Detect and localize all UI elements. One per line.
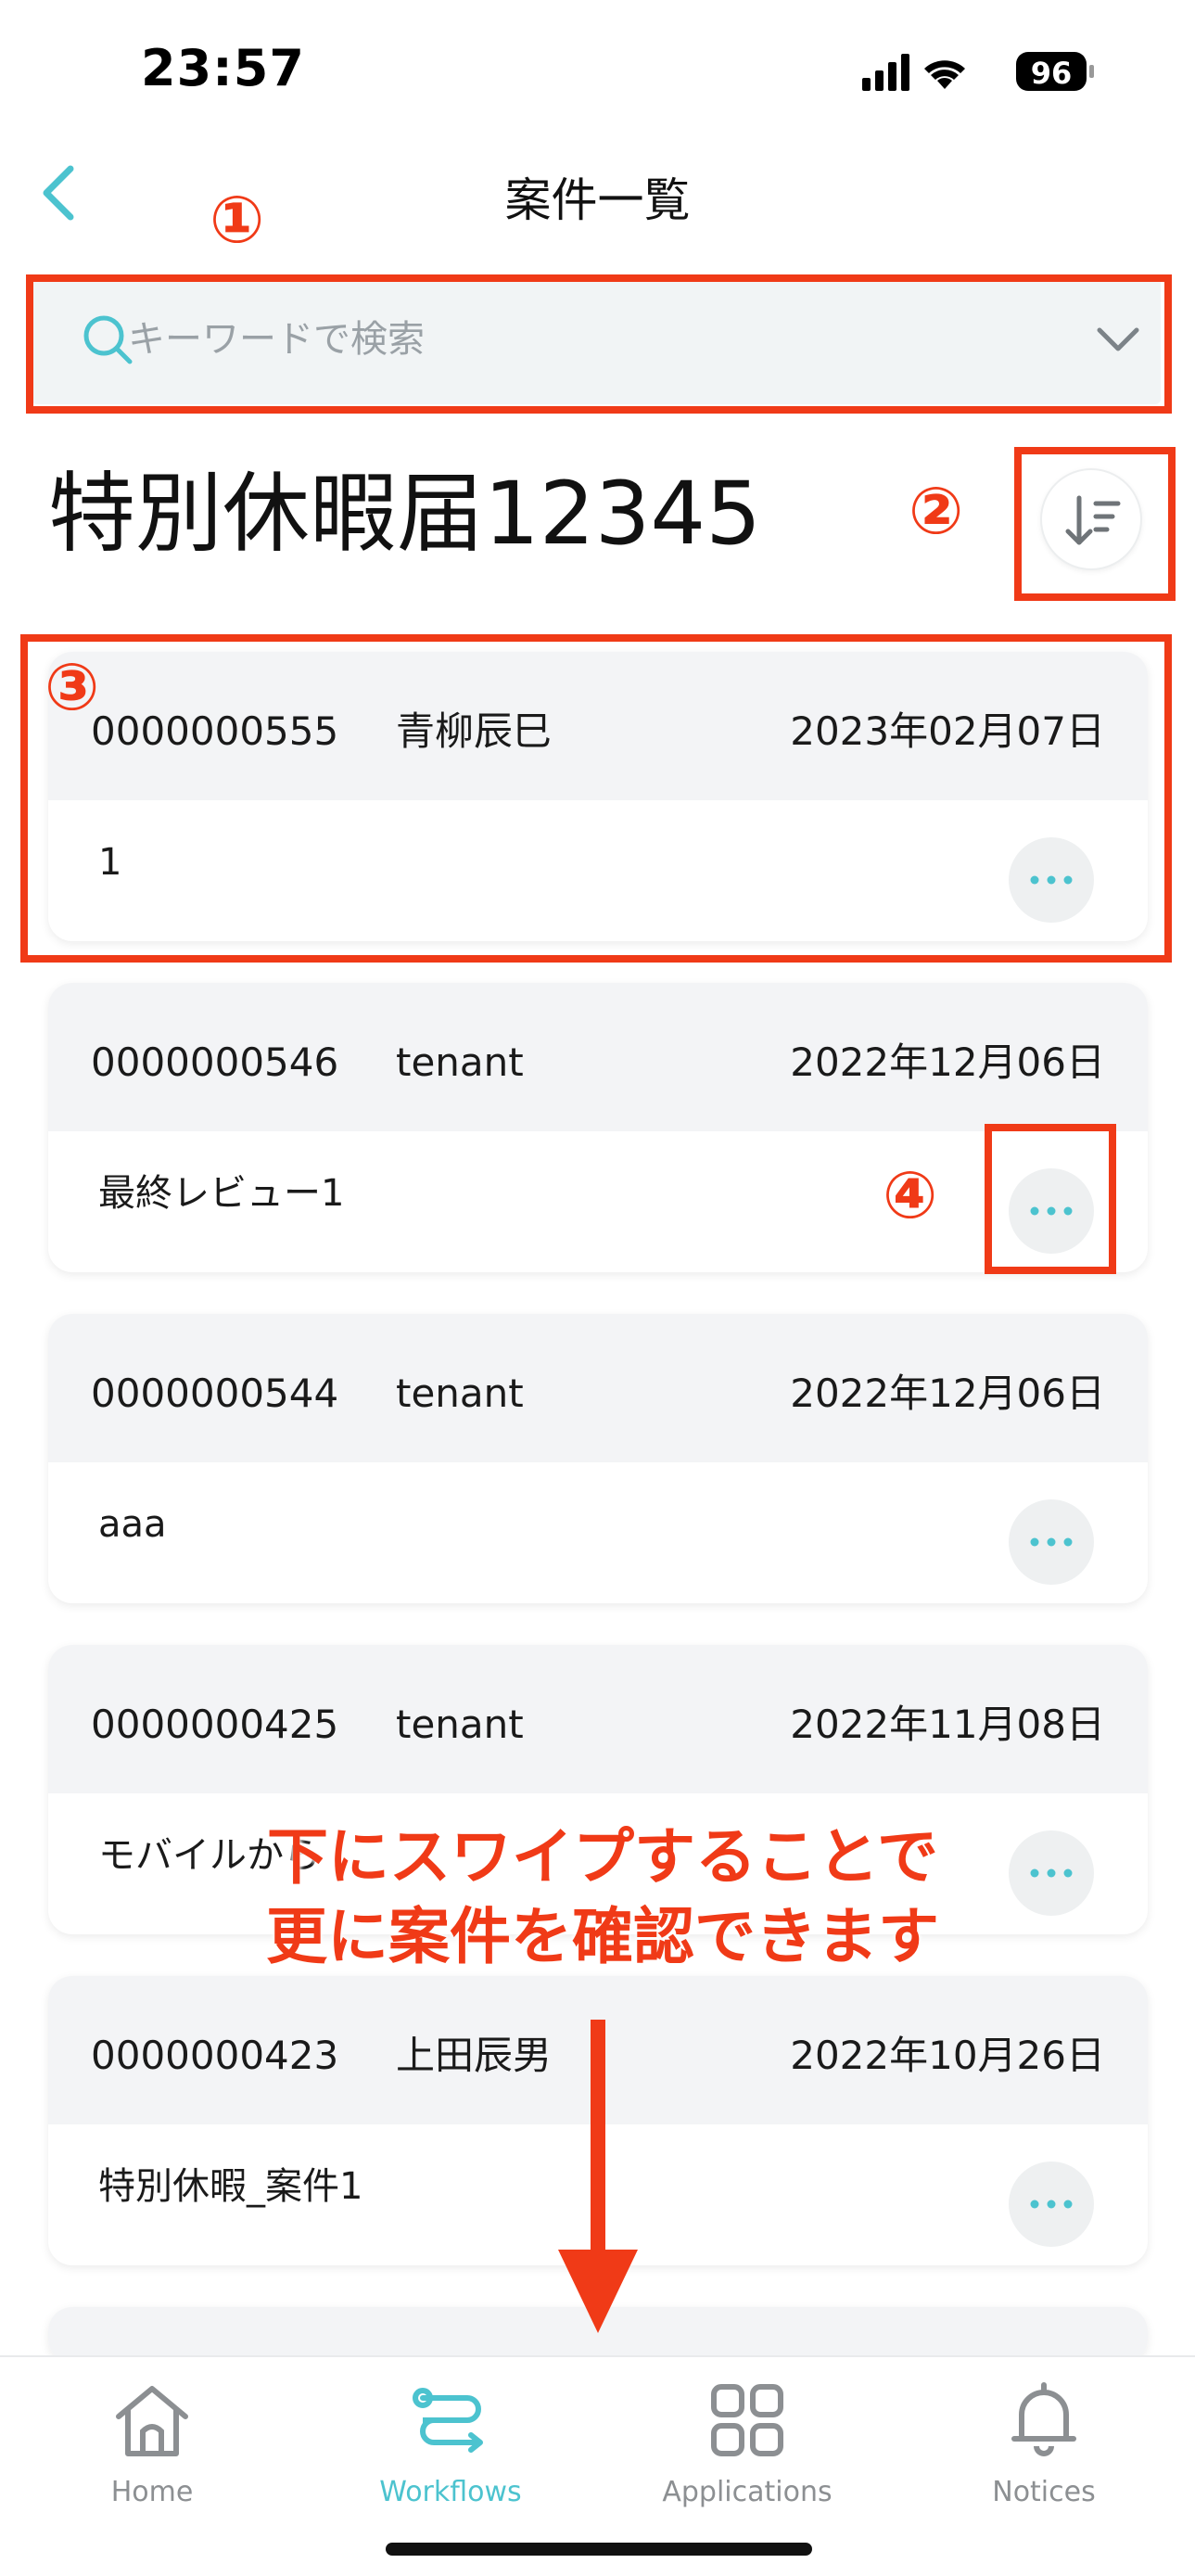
case-title: aaa	[98, 1503, 167, 1546]
tab-label: Workflows	[379, 2476, 522, 2508]
annotation-box-search	[26, 274, 1172, 414]
page-title: 案件一覧	[504, 173, 691, 227]
tab-home[interactable]: Home	[13, 2370, 291, 2519]
annotation-box-sort	[1014, 447, 1176, 601]
more-options-button[interactable]	[1009, 2162, 1094, 2247]
list-heading: 特別休暇届12345	[48, 464, 762, 565]
case-user: tenant	[396, 1371, 524, 1416]
case-date: 2022年12月06日	[790, 1371, 1105, 1416]
case-id: 0000000425	[91, 1702, 339, 1747]
arrow-down-icon	[556, 2020, 640, 2335]
annotation-number-1: ①	[210, 182, 265, 258]
swipe-hint-line-2: 更に案件を確認できます	[266, 1901, 939, 1972]
status-icons: 96	[853, 48, 1112, 95]
home-indicator	[386, 2543, 812, 2556]
case-user: tenant	[396, 1039, 524, 1085]
signal-wifi-battery-icon: 96	[862, 52, 1094, 91]
annotation-box-card	[20, 634, 1172, 963]
case-date: 2022年10月26日	[790, 2033, 1105, 2078]
bell-icon	[1011, 2382, 1076, 2456]
tab-notices[interactable]: Notices	[905, 2370, 1183, 2519]
annotation-box-more	[985, 1124, 1116, 1274]
tab-label: Notices	[992, 2476, 1096, 2508]
annotation-number-3: ③	[44, 649, 100, 725]
case-user: 上田辰男	[396, 2033, 553, 2078]
case-card[interactable]: 0000000546 tenant 2022年12月06日 最終レビュー1	[48, 983, 1148, 1272]
more-options-button[interactable]	[1009, 1499, 1094, 1585]
case-title: 特別休暇_案件1	[98, 2165, 363, 2208]
annotation-number-4: ④	[883, 1157, 938, 1233]
case-id: 0000000546	[91, 1039, 339, 1085]
status-time: 23:57	[141, 39, 305, 97]
swipe-hint-line-1: 下にスワイプすることで	[266, 1821, 939, 1893]
case-id: 0000000544	[91, 1371, 339, 1416]
case-card-header: 0000000546 tenant 2022年12月06日	[48, 983, 1148, 1131]
tab-applications[interactable]: Applications	[608, 2370, 886, 2519]
case-user: tenant	[396, 1702, 524, 1747]
ellipsis-icon	[1030, 1537, 1073, 1547]
case-date: 2022年11月08日	[790, 1702, 1105, 1747]
tab-label: Applications	[662, 2476, 833, 2508]
workflows-icon	[413, 2388, 483, 2453]
battery-level: 96	[1031, 56, 1073, 91]
case-card-header: 0000000425 tenant 2022年11月08日	[48, 1645, 1148, 1793]
case-card-header: 0000000544 tenant 2022年12月06日	[48, 1314, 1148, 1462]
annotation-number-2: ②	[909, 473, 964, 549]
case-date: 2022年12月06日	[790, 1039, 1105, 1085]
case-card[interactable]: 0000000544 tenant 2022年12月06日 aaa	[48, 1314, 1148, 1603]
tab-label: Home	[110, 2476, 194, 2508]
case-id: 0000000423	[91, 2033, 339, 2078]
tab-workflows[interactable]: Workflows	[311, 2370, 590, 2519]
applications-grid-icon	[711, 2384, 783, 2456]
ellipsis-icon	[1030, 2200, 1073, 2209]
case-title: 最終レビュー1	[98, 1172, 345, 1215]
home-icon	[116, 2386, 188, 2456]
swipe-hint: 下にスワイプすることで 更に案件を確認できます	[130, 1817, 1075, 1977]
